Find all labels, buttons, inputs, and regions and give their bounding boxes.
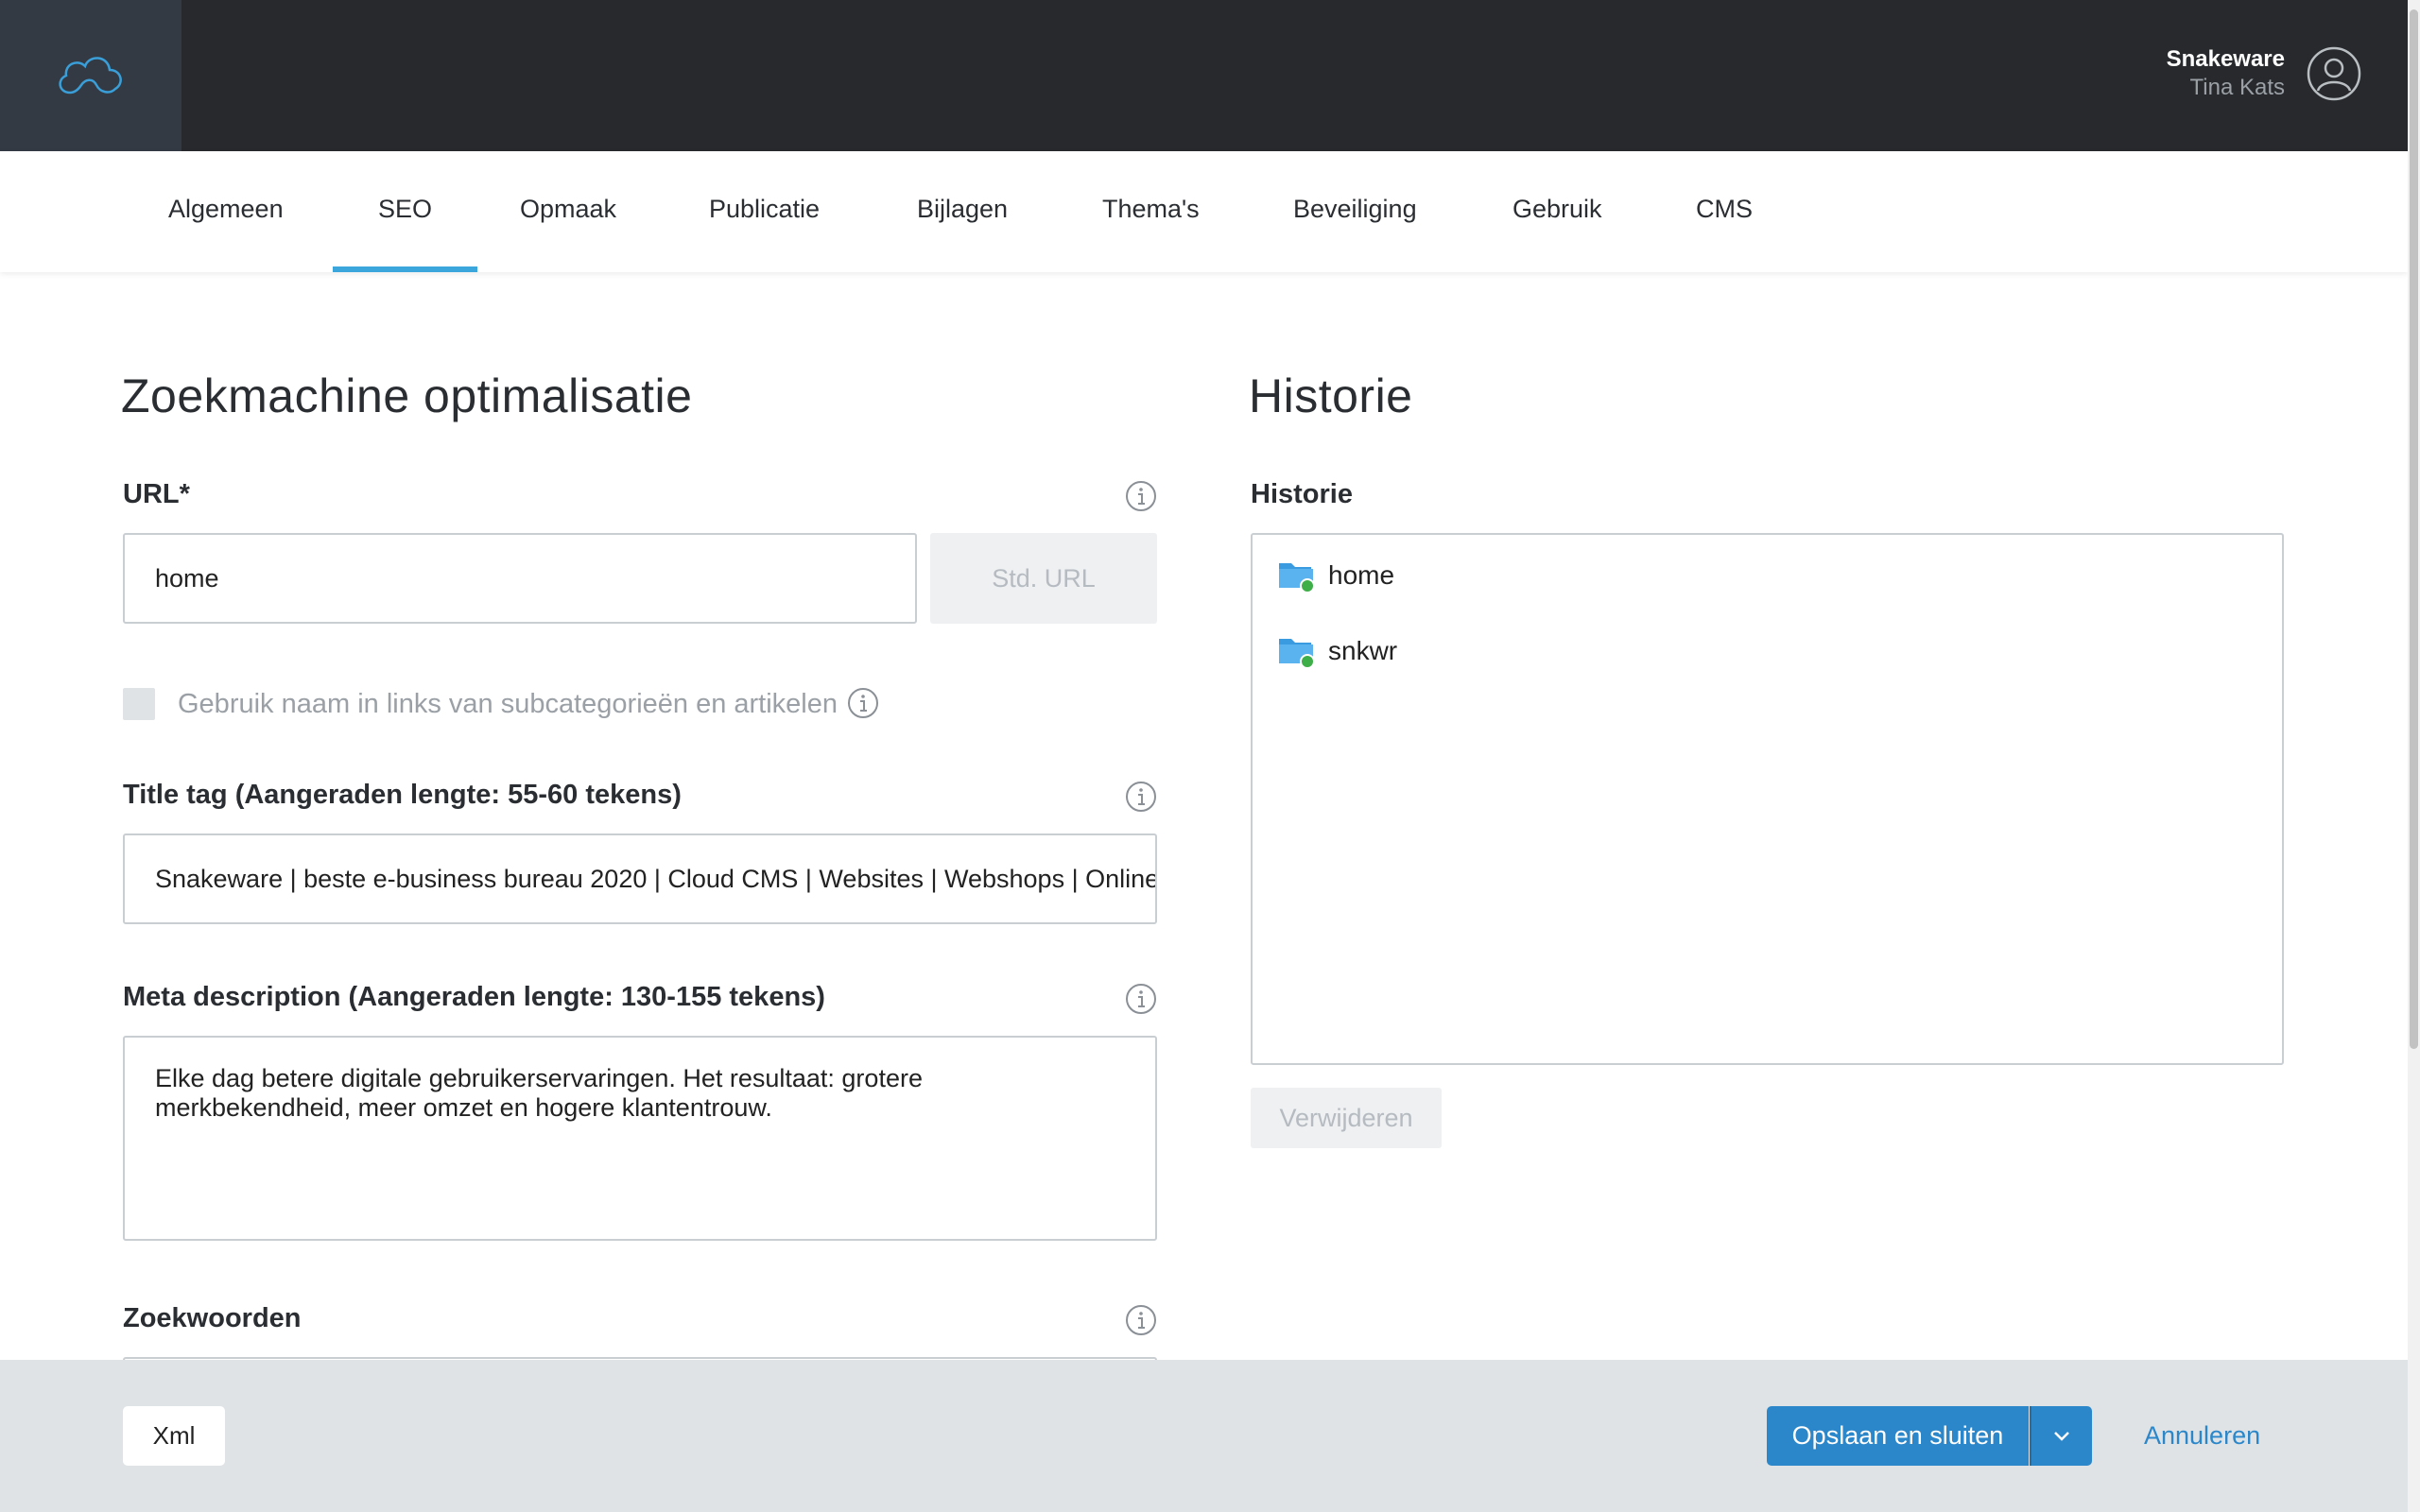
- cancel-link[interactable]: Annuleren: [2144, 1406, 2260, 1466]
- history-item-label: home: [1328, 560, 1395, 590]
- user-info[interactable]: Snakeware Tina Kats: [2167, 45, 2285, 102]
- folder-icon: [1279, 563, 1315, 593]
- meta-description-textarea[interactable]: Elke dag betere digitale gebruikerservar…: [123, 1036, 1157, 1241]
- tab-cms[interactable]: CMS: [1651, 151, 1798, 272]
- info-icon[interactable]: [1125, 983, 1157, 1015]
- save-and-close-button[interactable]: Opslaan en sluiten: [1767, 1406, 2029, 1466]
- tab-publicatie[interactable]: Publicatie: [664, 151, 865, 272]
- history-item-label: snkwr: [1328, 636, 1398, 665]
- folder-icon: [1279, 639, 1315, 669]
- user-name: Tina Kats: [2189, 75, 2286, 100]
- meta-description-label: Meta description (Aangeraden lengte: 130…: [123, 982, 825, 1012]
- keywords-label: Zoekwoorden: [123, 1303, 302, 1333]
- tab-themas[interactable]: Thema's: [1057, 151, 1245, 272]
- user-icon[interactable]: [2306, 45, 2362, 102]
- top-bar: Snakeware Tina Kats: [0, 0, 2408, 151]
- page-title: Zoekmachine optimalisatie: [121, 369, 693, 422]
- company-name: Snakeware: [2166, 46, 2285, 72]
- scrollbar-thumb[interactable]: [2410, 9, 2418, 1049]
- info-icon[interactable]: [847, 687, 879, 719]
- tab-algemeen[interactable]: Algemeen: [123, 151, 329, 272]
- footer-bar: Xml Opslaan en sluiten Annuleren: [0, 1360, 2408, 1512]
- tab-bijlagen[interactable]: Bijlagen: [872, 151, 1053, 272]
- delete-button[interactable]: Verwijderen: [1251, 1088, 1442, 1148]
- tab-beveiliging[interactable]: Beveiliging: [1248, 151, 1462, 272]
- history-title: Historie: [1249, 369, 1413, 422]
- tab-opmaak[interactable]: Opmaak: [475, 151, 662, 272]
- list-item[interactable]: snkwr: [1277, 633, 1397, 669]
- tab-gebruik[interactable]: Gebruik: [1467, 151, 1648, 272]
- title-tag-input[interactable]: Snakeware | beste e-business bureau 2020…: [123, 833, 1157, 924]
- history-label: Historie: [1251, 479, 1353, 509]
- tab-seo[interactable]: SEO: [333, 151, 478, 272]
- url-label: URL*: [123, 479, 190, 509]
- info-icon[interactable]: [1125, 1304, 1157, 1336]
- use-name-label: Gebruik naam in links van subcategorieën…: [178, 689, 838, 719]
- url-input[interactable]: home: [123, 533, 917, 624]
- history-list[interactable]: home snkwr: [1251, 533, 2284, 1065]
- info-icon[interactable]: [1125, 781, 1157, 813]
- save-options-dropdown[interactable]: [2030, 1406, 2092, 1466]
- title-tag-label: Title tag (Aangeraden lengte: 55-60 teke…: [123, 780, 682, 810]
- logo[interactable]: [0, 0, 182, 151]
- cloud-icon: [59, 57, 122, 94]
- std-url-button[interactable]: Std. URL: [930, 533, 1157, 624]
- chevron-down-icon: [2054, 1431, 2069, 1441]
- xml-button[interactable]: Xml: [123, 1406, 225, 1466]
- use-name-checkbox[interactable]: [123, 688, 155, 720]
- info-icon[interactable]: [1125, 480, 1157, 512]
- tab-bar: Algemeen SEO Opmaak Publicatie Bijlagen …: [0, 151, 2408, 272]
- list-item[interactable]: home: [1277, 558, 1394, 593]
